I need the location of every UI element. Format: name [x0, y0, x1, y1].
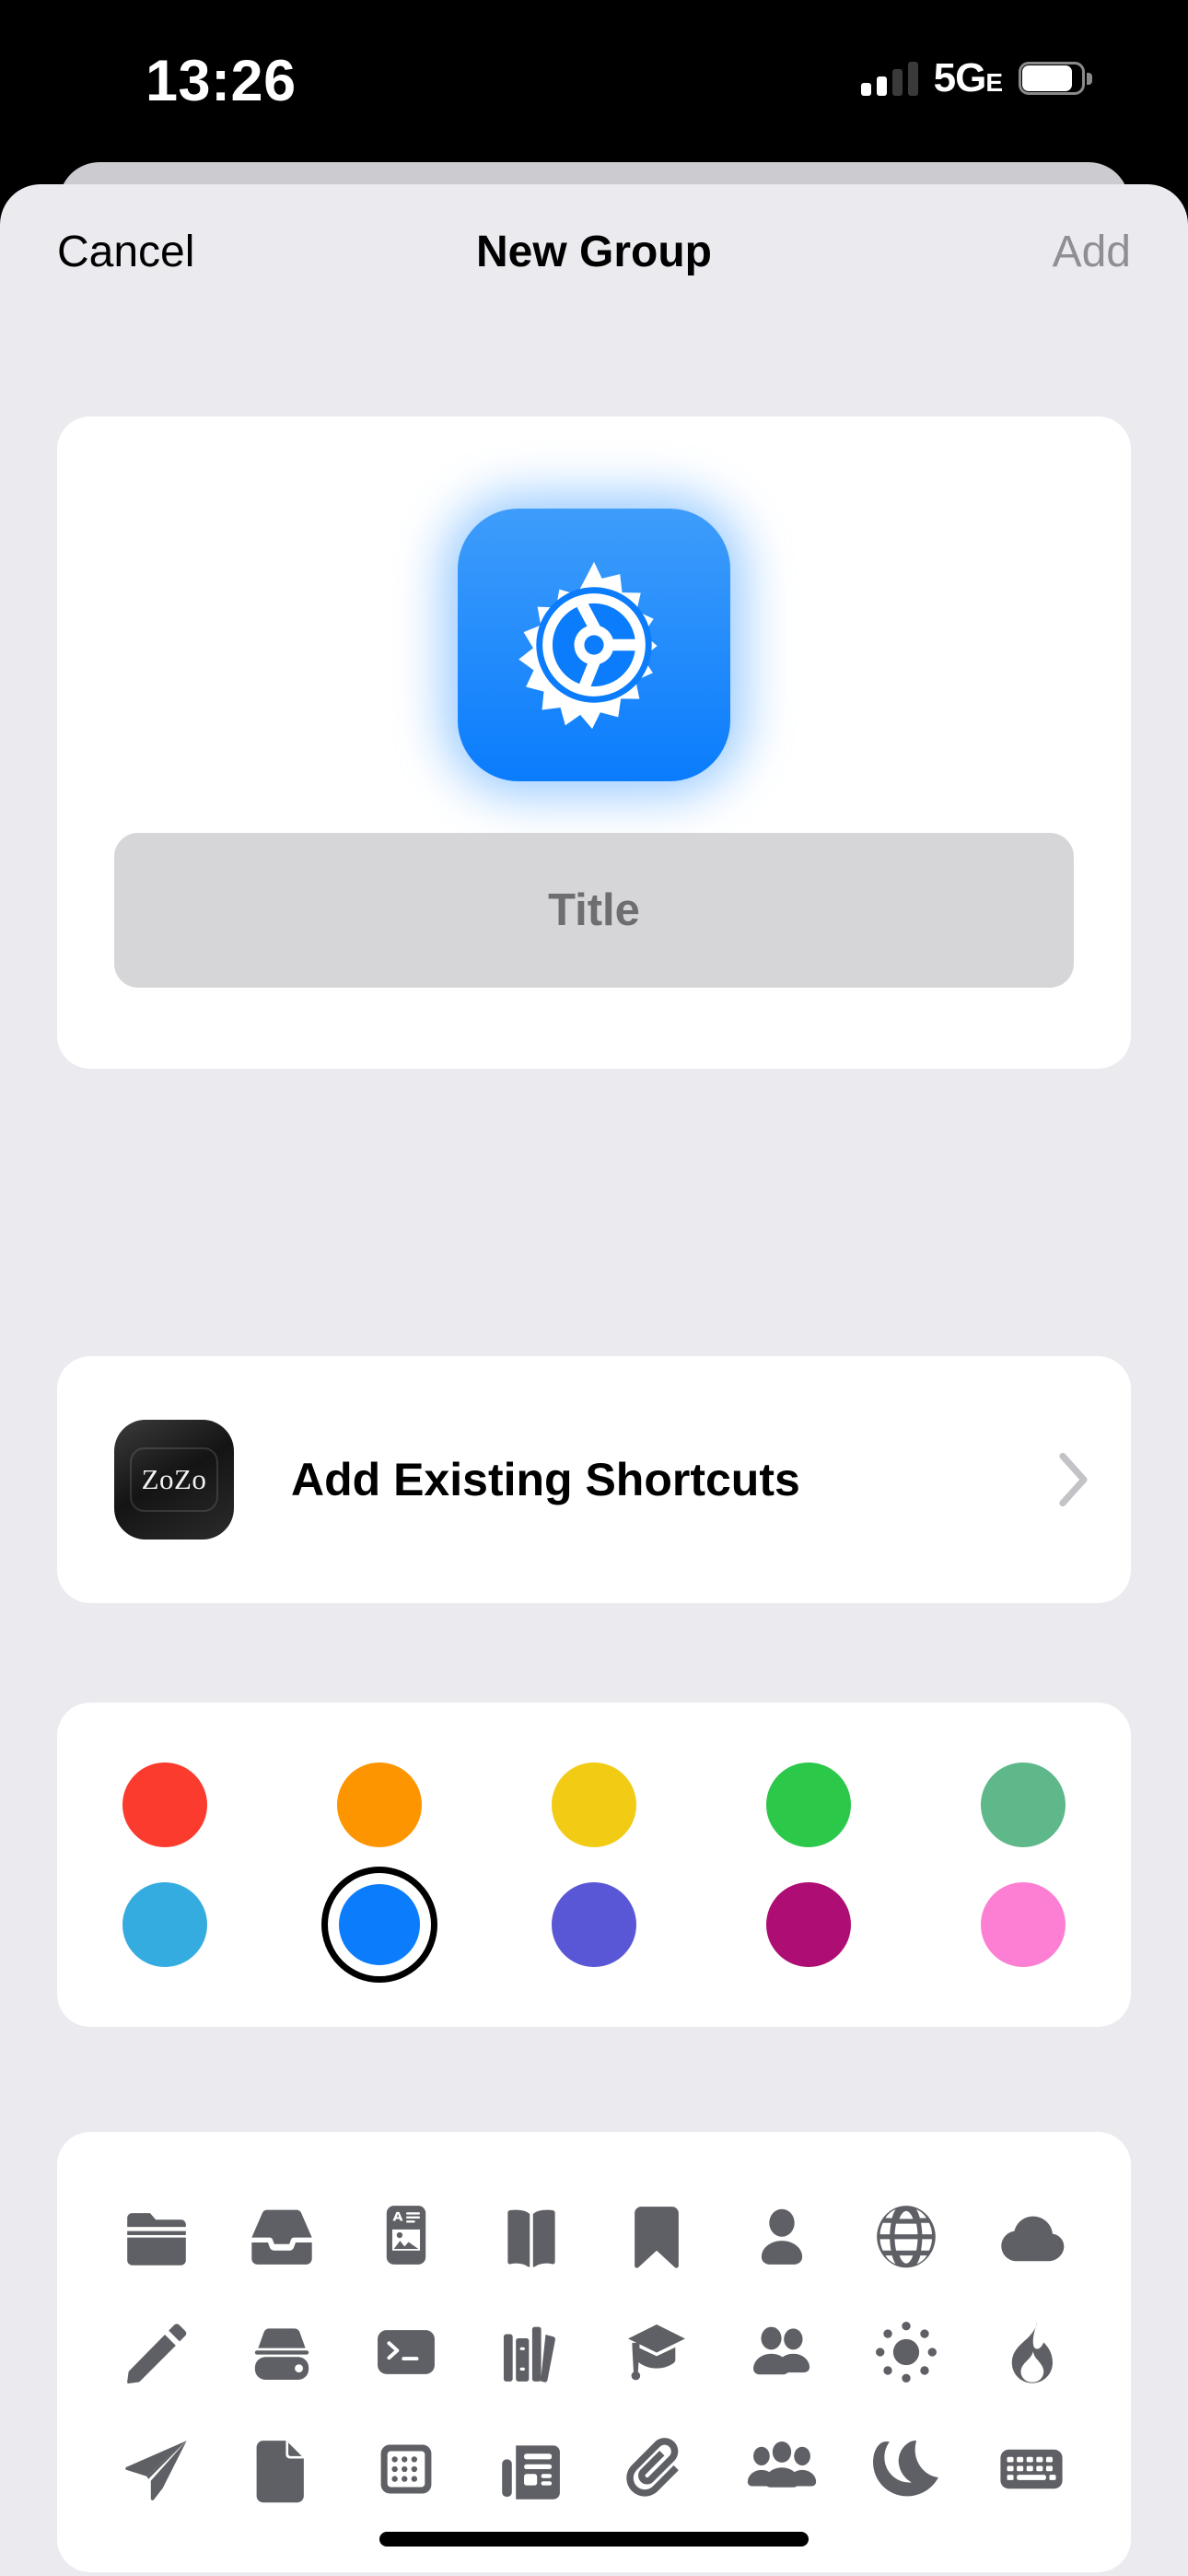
two-people-icon — [752, 2326, 809, 2375]
color-swatch-fill — [981, 1762, 1066, 1847]
color-swatch-pink[interactable] — [963, 1865, 1083, 1985]
group-glyph-preview[interactable] — [443, 494, 745, 796]
glyph-option-newspaper[interactable] — [485, 2423, 577, 2515]
terminal-icon — [378, 2330, 436, 2374]
calculator-icon — [380, 2444, 432, 2494]
cloud-icon — [1001, 2216, 1065, 2261]
add-existing-shortcuts-label: Add Existing Shortcuts — [291, 1454, 800, 1505]
glyph-option-folder[interactable] — [111, 2189, 203, 2281]
group-identity-card: Title — [57, 416, 1131, 1069]
glyph-option-paperclip[interactable] — [611, 2423, 703, 2515]
pencil-icon — [126, 2324, 187, 2384]
glyph-option-tray[interactable] — [236, 2189, 328, 2281]
color-swatch-fill — [336, 1762, 422, 1847]
glyph-option-cloud[interactable] — [985, 2189, 1077, 2281]
glyph-picker-card — [57, 2132, 1131, 2572]
glyph-option-pencil[interactable] — [111, 2306, 203, 2398]
document-icon — [256, 2441, 304, 2503]
add-existing-shortcuts-row[interactable]: ZoZo Add Existing Shortcuts — [57, 1356, 1131, 1603]
glyph-option-eraser[interactable] — [236, 2306, 328, 2398]
glyph-option-three-people[interactable] — [736, 2423, 828, 2515]
gear-icon — [518, 561, 658, 730]
color-swatch-blue[interactable] — [320, 1865, 439, 1985]
color-picker-card — [57, 1703, 1131, 2027]
graduation-cap-icon — [627, 2324, 685, 2381]
color-swatch-fill — [122, 1762, 207, 1847]
group-title-input[interactable]: Title — [114, 833, 1074, 988]
globe-icon — [877, 2205, 937, 2268]
glyph-option-person[interactable] — [736, 2189, 828, 2281]
glyph-option-paper-plane[interactable] — [111, 2423, 203, 2515]
color-swatch-fill — [766, 1882, 852, 1967]
bookmark-icon — [635, 2206, 679, 2268]
glyph-option-book[interactable] — [485, 2189, 577, 2281]
flame-icon — [1011, 2321, 1054, 2383]
add-button[interactable]: Add — [1053, 230, 1131, 275]
color-swatch-yellow[interactable] — [534, 1745, 654, 1865]
glyph-option-document[interactable] — [236, 2423, 328, 2515]
phone-screen: 13:26 5G E Cancel New Group Add Title Zo… — [0, 0, 1188, 2576]
glyph-option-two-people[interactable] — [736, 2306, 828, 2398]
sun-icon — [876, 2322, 938, 2383]
glyph-option-sun[interactable] — [860, 2306, 952, 2398]
book-icon — [507, 2209, 555, 2267]
page-title: New Group — [475, 228, 712, 276]
glyph-option-calculator[interactable] — [360, 2423, 452, 2515]
tray-icon — [250, 2209, 312, 2265]
color-swatch-magenta[interactable] — [749, 1865, 868, 1985]
cellular-bars-icon — [860, 61, 918, 96]
glyph-picker-grid — [57, 2132, 1131, 2572]
color-swatch-indigo[interactable] — [534, 1865, 654, 1985]
zozo-app-icon: ZoZo — [114, 1420, 234, 1540]
color-swatch-fill — [551, 1762, 636, 1847]
color-swatch-fill — [981, 1882, 1066, 1967]
color-swatch-grid — [57, 1703, 1131, 2027]
folder-icon — [127, 2212, 186, 2266]
glyph-option-books[interactable] — [485, 2306, 577, 2398]
home-indicator[interactable] — [379, 2532, 809, 2547]
glyph-option-news-card[interactable] — [360, 2189, 452, 2281]
zozo-app-icon-label: ZoZo — [141, 1463, 207, 1495]
person-icon — [761, 2208, 802, 2265]
paper-plane-icon — [125, 2441, 187, 2501]
status-bar: 13:26 5G E — [0, 0, 1188, 173]
status-bar-indicators: 5G E — [860, 55, 1092, 101]
glyph-option-globe[interactable] — [860, 2189, 952, 2281]
color-swatch-selected-ring — [320, 1867, 437, 1983]
navigation-bar: Cancel New Group Add — [0, 184, 1188, 322]
color-swatch-fill — [551, 1882, 636, 1967]
chevron-right-icon — [1057, 1453, 1089, 1506]
network-type-main: 5G — [933, 55, 987, 100]
glyph-option-bookmark[interactable] — [611, 2189, 703, 2281]
color-swatch-fill — [766, 1762, 852, 1847]
keyboard-icon — [1000, 2450, 1063, 2489]
color-swatch-sea-green[interactable] — [963, 1745, 1083, 1865]
network-type-sub: E — [985, 68, 1003, 97]
glyph-tile — [458, 509, 730, 781]
glyph-option-terminal[interactable] — [360, 2306, 452, 2398]
status-bar-time: 13:26 — [146, 49, 297, 113]
moon-icon — [873, 2441, 939, 2497]
glyph-option-graduation-cap[interactable] — [611, 2306, 703, 2398]
newspaper-icon — [502, 2445, 561, 2500]
add-existing-shortcuts-card: ZoZo Add Existing Shortcuts — [57, 1356, 1131, 1603]
color-swatch-green[interactable] — [749, 1745, 868, 1865]
battery-icon — [1019, 62, 1092, 95]
glyph-option-keyboard[interactable] — [985, 2423, 1077, 2515]
paperclip-icon — [626, 2438, 679, 2497]
color-swatch-red[interactable] — [105, 1745, 225, 1865]
new-group-sheet: Cancel New Group Add Title ZoZo Add Exis… — [0, 184, 1188, 2576]
news-card-icon — [387, 2205, 426, 2265]
eraser-icon — [254, 2328, 309, 2381]
books-icon — [504, 2326, 556, 2383]
color-swatch-light-blue[interactable] — [105, 1865, 225, 1985]
color-swatch-orange[interactable] — [320, 1745, 439, 1865]
color-swatch-fill — [122, 1882, 207, 1967]
three-people-icon — [747, 2441, 816, 2488]
network-type-label: 5G E — [934, 55, 1003, 101]
glyph-option-moon[interactable] — [860, 2423, 952, 2515]
glyph-option-flame[interactable] — [985, 2306, 1077, 2398]
group-title-placeholder: Title — [548, 884, 640, 935]
